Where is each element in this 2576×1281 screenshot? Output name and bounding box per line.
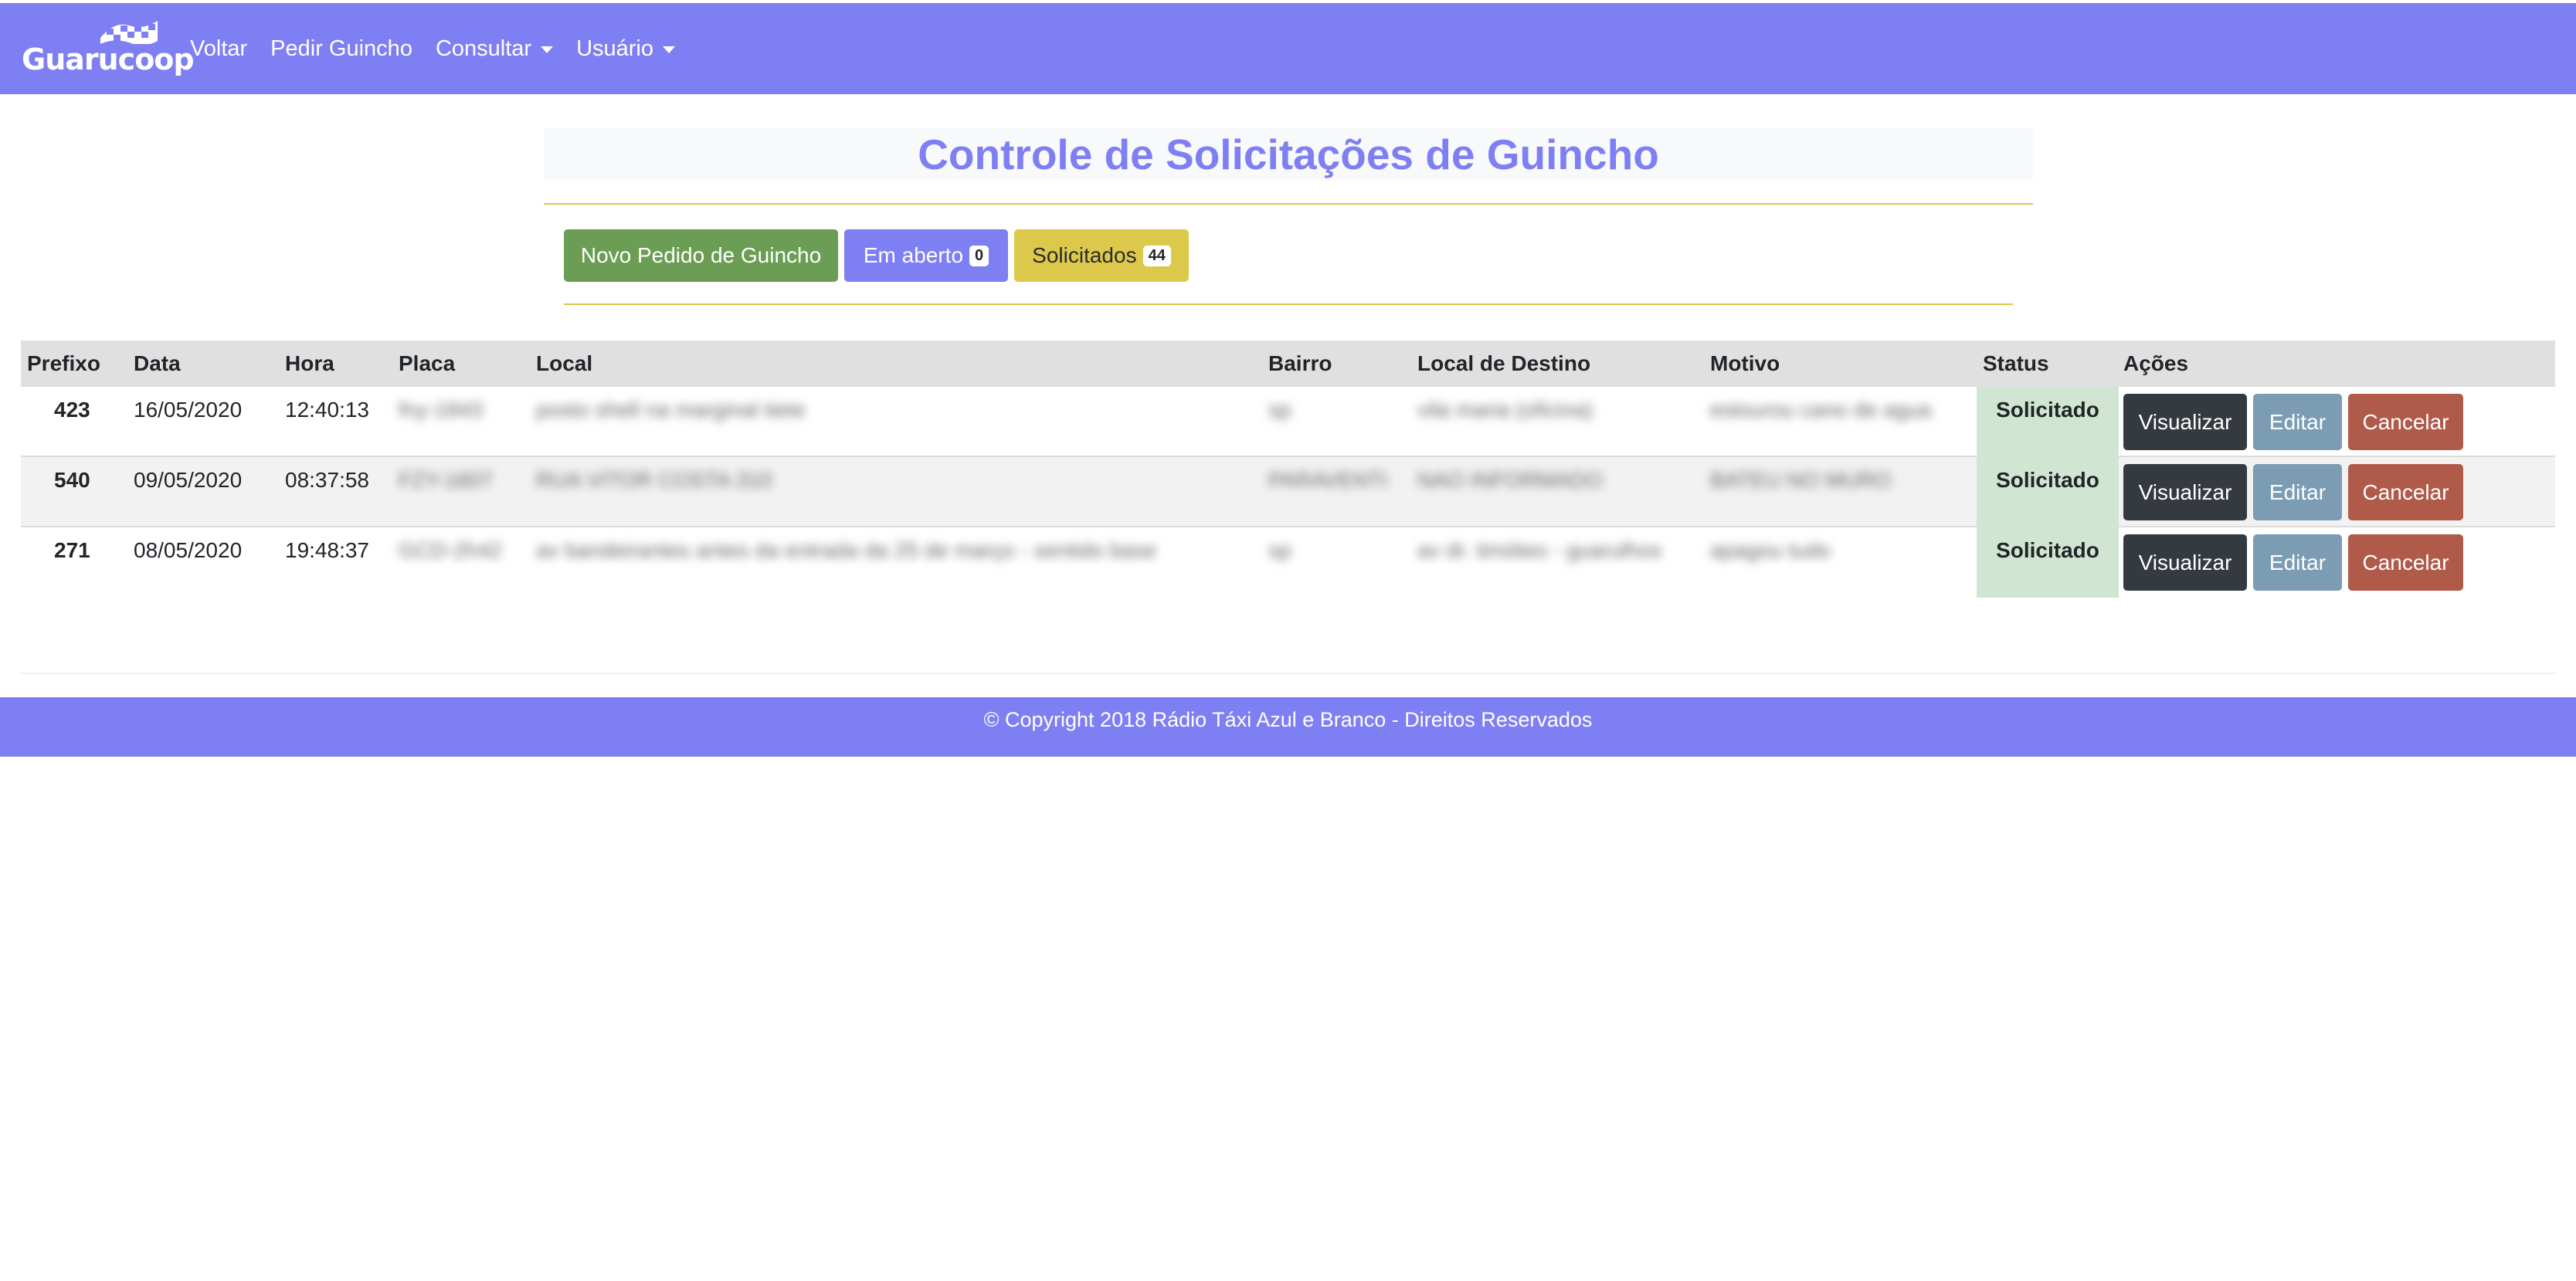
cell-destino: av dr. timóteo - guarulhos xyxy=(1417,538,1661,562)
status-badge: Solicitado xyxy=(1977,457,2119,527)
open-requests-label: Em aberto xyxy=(863,243,964,267)
divider xyxy=(564,303,2013,305)
col-motivo: Motivo xyxy=(1710,351,1780,375)
cell-bairro: sp xyxy=(1268,538,1291,562)
cell-data: 16/05/2020 xyxy=(134,398,243,422)
row-actions: Visualizar Editar Cancelar xyxy=(2123,534,2463,591)
cancel-button[interactable]: Cancelar xyxy=(2348,394,2463,450)
nav-usuario-label: Usuário xyxy=(576,36,654,61)
cell-hora: 08:37:58 xyxy=(285,468,369,492)
cancel-button[interactable]: Cancelar xyxy=(2348,464,2463,520)
cell-placa: GCD-2h42 xyxy=(399,538,502,562)
cell-prefixo: 423 xyxy=(54,398,90,422)
col-acoes: Ações xyxy=(2123,351,2189,375)
copyright-text: © Copyright 2018 Rádio Táxi Azul e Branc… xyxy=(983,708,1593,731)
edit-button[interactable]: Editar xyxy=(2253,394,2342,450)
caret-down-icon xyxy=(663,46,676,53)
cell-motivo: estourou cano de agua xyxy=(1710,398,1932,422)
status-badge: Solicitado xyxy=(1977,387,2119,457)
view-button[interactable]: Visualizar xyxy=(2123,534,2247,591)
cell-data: 08/05/2020 xyxy=(134,538,243,562)
requested-label: Solicitados xyxy=(1032,243,1137,267)
new-request-label: Novo Pedido de Guincho xyxy=(580,243,822,267)
table-header: Prefixo Data Hora Placa Local Bairro Loc… xyxy=(21,341,2555,387)
requested-button[interactable]: Solicitados 44 xyxy=(1014,229,1189,282)
view-button[interactable]: Visualizar xyxy=(2123,394,2247,450)
cell-hora: 12:40:13 xyxy=(285,398,369,422)
cell-destino: vila maria (oficina) xyxy=(1417,398,1593,422)
col-placa: Placa xyxy=(399,351,456,375)
cell-prefixo: 540 xyxy=(54,468,90,492)
action-bar: Novo Pedido de Guincho Em aberto 0 Solic… xyxy=(564,229,1189,282)
cell-destino: NAO INFORMADO xyxy=(1417,468,1603,492)
nav-consultar-dropdown[interactable]: Consultar xyxy=(435,36,554,62)
col-local: Local xyxy=(536,351,593,375)
cell-data: 09/05/2020 xyxy=(134,468,243,492)
requests-table: Prefixo Data Hora Placa Local Bairro Loc… xyxy=(21,341,2555,598)
row-actions: Visualizar Editar Cancelar xyxy=(2123,394,2463,450)
col-status: Status xyxy=(1983,351,2049,375)
table-row: 540 09/05/2020 08:37:58 FZY-1607 RUA VIT… xyxy=(21,457,2555,527)
new-request-button[interactable]: Novo Pedido de Guincho xyxy=(564,229,838,282)
cell-local: av bandeirantes antes da entrada da 25 d… xyxy=(536,538,1157,562)
cell-local: posto shell na marginal tiete xyxy=(536,398,806,422)
requested-count-badge: 44 xyxy=(1142,245,1171,266)
open-requests-button[interactable]: Em aberto 0 xyxy=(844,229,1008,282)
col-data: Data xyxy=(134,351,181,375)
page-title: Controle de Solicitações de Guincho xyxy=(918,130,1659,178)
col-bairro: Bairro xyxy=(1268,351,1332,375)
cell-motivo: BATEU NO MURO xyxy=(1710,468,1892,492)
navbar: Guarucoop Voltar Pedir Guincho Consultar… xyxy=(0,3,2576,94)
divider xyxy=(544,203,2033,205)
cell-placa: FZY-1607 xyxy=(399,468,493,492)
view-button[interactable]: Visualizar xyxy=(2123,464,2247,520)
open-count-badge: 0 xyxy=(969,245,989,266)
footer-divider xyxy=(21,673,2555,674)
cell-local: RUA VITOR COSTA 310 xyxy=(536,468,772,492)
cell-prefixo: 271 xyxy=(54,538,90,562)
brand-name: Guarucoop xyxy=(22,42,195,76)
page-header: Controle de Solicitações de Guincho xyxy=(544,128,2033,181)
nav-voltar[interactable]: Voltar xyxy=(190,36,247,62)
table-row: 423 16/05/2020 12:40:13 fny-1843 posto s… xyxy=(21,387,2555,457)
col-prefixo: Prefixo xyxy=(27,351,100,375)
nav-consultar-label: Consultar xyxy=(435,36,532,61)
caret-down-icon xyxy=(541,46,554,53)
col-hora: Hora xyxy=(285,351,334,375)
edit-button[interactable]: Editar xyxy=(2253,464,2342,520)
edit-button[interactable]: Editar xyxy=(2253,534,2342,591)
table-row: 271 08/05/2020 19:48:37 GCD-2h42 av band… xyxy=(21,527,2555,598)
cell-motivo: apagou tudo xyxy=(1710,538,1831,562)
cell-bairro: sp xyxy=(1268,398,1291,422)
cell-placa: fny-1843 xyxy=(399,398,483,422)
col-local-destino: Local de Destino xyxy=(1417,351,1591,375)
row-actions: Visualizar Editar Cancelar xyxy=(2123,464,2463,520)
status-badge: Solicitado xyxy=(1977,527,2119,598)
nav-pedir-guincho[interactable]: Pedir Guincho xyxy=(270,36,412,62)
cell-bairro: PARAVENTI xyxy=(1268,468,1388,492)
nav-usuario-dropdown[interactable]: Usuário xyxy=(576,36,676,62)
brand-logo[interactable]: Guarucoop xyxy=(22,18,195,80)
footer: © Copyright 2018 Rádio Táxi Azul e Branc… xyxy=(0,697,2576,757)
cancel-button[interactable]: Cancelar xyxy=(2348,534,2463,591)
taxi-checker-icon xyxy=(100,21,158,44)
cell-hora: 19:48:37 xyxy=(285,538,369,562)
